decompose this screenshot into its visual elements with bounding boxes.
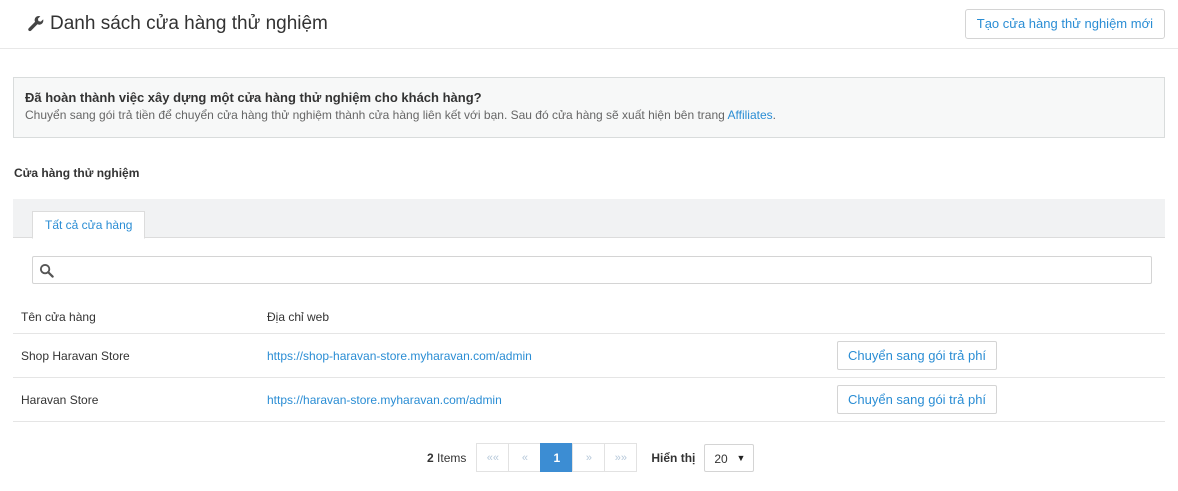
prev-page-button[interactable]: « (508, 443, 542, 472)
current-page-button[interactable]: 1 (540, 443, 574, 472)
page-size-select[interactable]: 20 ▼ (704, 443, 755, 472)
store-action-cell: Chuyển sang gói trả phí (837, 334, 998, 377)
upgrade-plan-button[interactable]: Chuyển sang gói trả phí (837, 341, 998, 370)
stores-table: Tên cửa hàng Địa chỉ web Shop Haravan St… (13, 300, 1165, 422)
page-title-text: Danh sách cửa hàng thử nghiệm (50, 13, 328, 34)
info-notice: Đã hoàn thành việc xây dựng một cửa hàng… (13, 77, 1165, 138)
store-action-cell: Chuyển sang gói trả phí (837, 378, 998, 421)
items-count: 2 Items (427, 451, 466, 465)
tab-all-stores[interactable]: Tất cả cửa hàng (32, 211, 146, 239)
page-size-value: 20 (714, 451, 728, 466)
last-page-button[interactable]: »» (604, 443, 638, 472)
store-name: Shop Haravan Store (21, 348, 130, 363)
notice-title: Đã hoàn thành việc xây dựng một cửa hàng… (25, 90, 482, 105)
create-test-store-button[interactable]: Tạo cửa hàng thử nghiệm mới (964, 9, 1165, 39)
page-title: Danh sách cửa hàng thử nghiệm (27, 13, 328, 35)
table-header-row: Tên cửa hàng Địa chỉ web (13, 300, 1165, 334)
store-url-link[interactable]: https://shop-haravan-store.myharavan.com… (267, 349, 532, 363)
caret-down-icon: ▼ (736, 452, 746, 463)
wrench-icon (28, 15, 44, 32)
affiliates-link[interactable]: Affiliates (727, 108, 772, 122)
search-input[interactable] (61, 259, 1141, 281)
column-header-url: Địa chỉ web (267, 309, 330, 324)
notice-text: Chuyển sang gói trả tiền để chuyển cửa h… (25, 106, 1153, 124)
notice-body: Chuyển sang gói trả tiền để chuyển cửa h… (25, 108, 728, 122)
section-title: Cửa hàng thử nghiệm (14, 166, 140, 180)
store-name: Haravan Store (21, 392, 99, 407)
store-url-cell: https://shop-haravan-store.myharavan.com… (267, 334, 532, 377)
table-row: Shop Haravan Store https://shop-haravan-… (13, 334, 1165, 378)
next-page-button[interactable]: » (572, 443, 606, 472)
page-size-label: Hiển thị (651, 450, 696, 465)
items-count-number: 2 (427, 450, 434, 465)
pagination: 2 Items «« « 1 » »» Hiển thị 20 ▼ (427, 443, 755, 472)
upgrade-plan-button[interactable]: Chuyển sang gói trả phí (837, 385, 998, 414)
page-header: Danh sách cửa hàng thử nghiệm Tạo cửa hà… (0, 0, 1178, 49)
column-header-name: Tên cửa hàng (21, 309, 96, 324)
store-url-link[interactable]: https://haravan-store.myharavan.com/admi… (267, 393, 502, 407)
tab-bar: Tất cả cửa hàng (13, 199, 1165, 239)
search-box (32, 256, 1152, 284)
notice-suffix: . (772, 108, 776, 122)
search-icon (39, 263, 54, 278)
table-row: Haravan Store https://haravan-store.myha… (13, 378, 1165, 422)
store-url-cell: https://haravan-store.myharavan.com/admi… (267, 378, 502, 421)
items-count-label: Items (437, 450, 467, 465)
first-page-button[interactable]: «« (476, 443, 510, 472)
